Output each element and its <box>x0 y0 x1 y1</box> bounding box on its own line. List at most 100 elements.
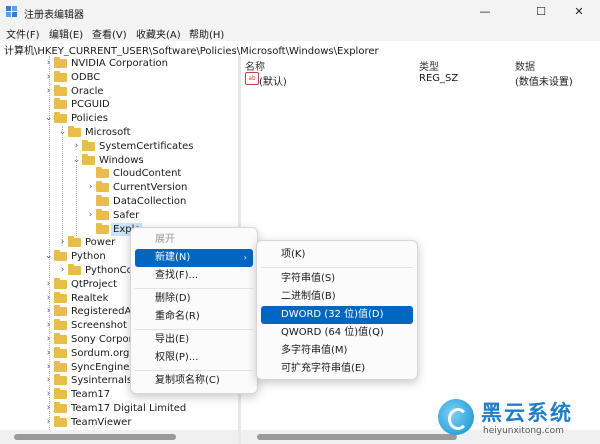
chevron-right-icon[interactable]: › <box>86 181 95 194</box>
tree-item-label: Sony Corpor <box>71 334 133 345</box>
context_menu-item[interactable]: 重命名(R) <box>135 308 253 326</box>
tree-item[interactable]: › ODBC <box>44 70 238 84</box>
tree-guide-line <box>76 156 77 236</box>
folder-icon <box>54 250 67 262</box>
chevron-right-icon[interactable]: › <box>44 57 53 70</box>
tree-item-label: Sysinternals <box>71 375 133 387</box>
chevron-right-icon[interactable]: › <box>44 278 53 291</box>
chevron-right-icon[interactable]: › <box>44 388 53 401</box>
context_menu-item-label: 查找(F)... <box>155 270 199 281</box>
menu-file[interactable]: 文件(F) <box>6 26 40 41</box>
submenu-item[interactable]: QWORD (64 位)值(Q) <box>261 324 413 342</box>
tree-item[interactable]: › Team17 Digital Limited <box>44 402 238 415</box>
address-path[interactable]: 计算机\HKEY_CURRENT_USER\Software\Policies\… <box>4 42 379 57</box>
chevron-right-icon[interactable]: › <box>44 402 53 415</box>
context_menu-item-label: 新建(N) <box>155 252 191 263</box>
folder-icon <box>54 388 67 400</box>
context_menu-item[interactable]: 导出(E) <box>135 331 253 349</box>
menu-view[interactable]: 查看(V) <box>92 26 127 41</box>
submenu-item-label: 字符串值(S) <box>281 273 336 284</box>
folder-icon <box>54 112 67 124</box>
context_menu-item[interactable]: 查找(F)... <box>135 267 253 285</box>
menu-favorites[interactable]: 收藏夹(A) <box>136 26 181 41</box>
submenu-item-label: QWORD (64 位)值(Q) <box>281 327 384 338</box>
chevron-right-icon[interactable]: › <box>72 140 81 153</box>
tree-item[interactable]: › TeamViewer <box>44 415 238 429</box>
chevron-right-icon[interactable]: › <box>44 374 53 387</box>
submenu-item[interactable]: 字符串值(S) <box>261 270 413 288</box>
column-header-type[interactable]: 类型 <box>419 58 439 73</box>
tree-item-label: Oracle <box>71 85 104 97</box>
chevron-right-icon[interactable]: › <box>58 236 67 249</box>
chevron-right-icon[interactable]: › <box>44 85 53 98</box>
tree-guide-line <box>62 126 63 246</box>
registry-editor-icon <box>6 6 17 17</box>
chevron-right-icon[interactable]: › <box>44 71 53 84</box>
tree-item[interactable]: › CurrentVersion <box>86 181 238 194</box>
tree-item[interactable]: PCGUID <box>44 98 238 111</box>
tree-item[interactable]: › NVIDIA Corporation <box>44 57 238 70</box>
submenu-item[interactable]: 二进制值(B) <box>261 288 413 306</box>
tree-item[interactable]: › Safer <box>86 208 238 222</box>
submenu-item[interactable]: DWORD (32 位)值(D) <box>261 306 413 324</box>
chevron-right-icon[interactable]: › <box>44 305 53 318</box>
folder-icon <box>68 126 81 137</box>
chevron-down-icon[interactable]: ⌄ <box>58 126 67 139</box>
chevron-right-icon[interactable]: › <box>44 416 53 429</box>
minimize-button[interactable]: — <box>462 0 508 24</box>
context_menu-item[interactable]: 权限(P)... <box>135 349 253 367</box>
tree-item[interactable]: ⌄ Microsoft <box>58 126 238 139</box>
submenu-item[interactable]: 多字符串值(M) <box>261 342 413 360</box>
chevron-right-icon[interactable]: › <box>44 292 53 305</box>
tree-item[interactable]: › SystemCertificates <box>72 139 238 153</box>
context_menu-item[interactable]: 新建(N) › <box>135 249 253 267</box>
menu-edit[interactable]: 编辑(E) <box>49 26 83 41</box>
context_menu-item[interactable]: 复制项名称(C) <box>135 372 253 390</box>
folder-icon <box>68 264 81 275</box>
tree-item[interactable]: DataCollection <box>86 195 238 208</box>
chevron-right-icon[interactable]: › <box>58 264 67 277</box>
tree-item-label: Microsoft <box>85 127 131 138</box>
tree-item[interactable]: › Oracle <box>44 84 238 98</box>
context-menu: 展开 新建(N) › 查找(F)... 删除(D) 重命名(R) 导出(E) 权限(P)...… <box>130 227 258 394</box>
address-bar[interactable]: 计算机\HKEY_CURRENT_USER\Software\Policies\… <box>0 41 600 57</box>
chevron-right-icon[interactable]: › <box>44 347 53 360</box>
context_menu-item-label: 重命名(R) <box>155 311 200 322</box>
tree-horizontal-scrollbar[interactable] <box>0 430 238 444</box>
menu-separator <box>135 369 253 371</box>
menu-separator <box>261 267 413 268</box>
folder-icon <box>82 139 95 151</box>
folder-icon <box>54 346 67 358</box>
chevron-right-icon[interactable]: › <box>44 319 53 332</box>
scroll-thumb[interactable] <box>14 434 176 440</box>
scroll-thumb[interactable] <box>257 434 457 440</box>
close-button[interactable]: ✕ <box>556 0 600 24</box>
logo-icon <box>438 399 474 435</box>
chevron-down-icon[interactable]: ⌄ <box>72 154 81 167</box>
column-header-data[interactable]: 数据 <box>515 58 535 73</box>
tree-item[interactable]: ⌄ Policies <box>44 112 238 125</box>
tree-item-label: NVIDIA Corporation <box>71 58 169 69</box>
column-header-name[interactable]: 名称 <box>245 58 265 73</box>
chevron-right-icon[interactable]: › <box>86 209 95 222</box>
submenu-item[interactable]: 可扩充字符串值(E) <box>261 360 413 378</box>
chevron-right-icon[interactable]: › <box>44 361 53 374</box>
context_menu-item[interactable]: 删除(D) <box>135 290 253 308</box>
chevron-down-icon[interactable]: ⌄ <box>44 250 53 263</box>
folder-icon <box>54 360 67 372</box>
tree-item-label: Team17 Digital Limited <box>71 403 187 414</box>
folder-icon <box>82 153 95 165</box>
folder-icon <box>54 333 67 344</box>
tree-item-label: TeamViewer <box>71 416 132 428</box>
tree-item-label: SystemCertificates <box>99 140 194 152</box>
chevron-right-icon[interactable]: › <box>44 333 53 346</box>
tree-item[interactable]: ⌄ Windows <box>72 153 238 167</box>
chevron-down-icon[interactable]: ⌄ <box>44 112 53 125</box>
tree-item-label: Safer <box>113 209 140 221</box>
tree-item-label: PCGUID <box>71 99 110 111</box>
tree-item[interactable]: CloudContent <box>86 167 238 180</box>
submenu-item[interactable]: 项(K) <box>261 246 413 264</box>
value-name: (默认) <box>259 77 287 88</box>
menu-help[interactable]: 帮助(H) <box>189 26 224 41</box>
context_menu-item-label: 权限(P)... <box>155 352 199 363</box>
